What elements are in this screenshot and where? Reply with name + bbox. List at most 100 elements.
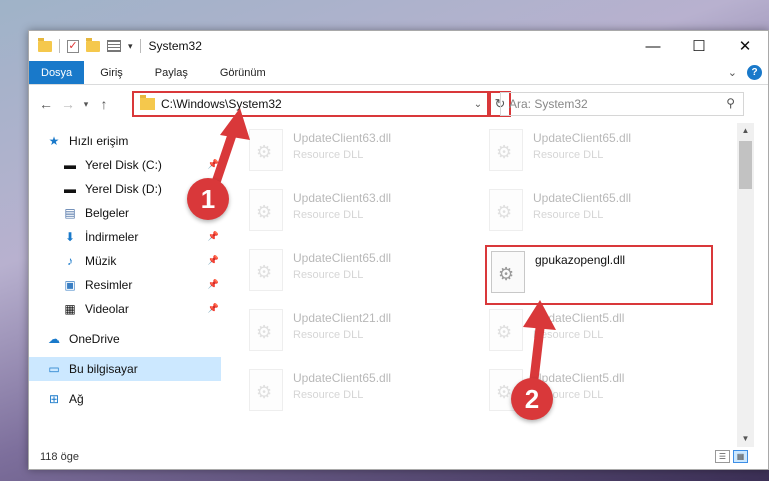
item-count: 118 öge: [40, 451, 79, 463]
recent-locations-chevron-icon[interactable]: ▾: [79, 99, 93, 110]
sidebar-item-pictures[interactable]: ▣ Resimler 📌: [29, 273, 221, 297]
pin-icon[interactable]: 📌: [208, 279, 219, 290]
file-name: UpdateClient5.dll: [533, 371, 625, 385]
sidebar-item-label: Bu bilgisayar: [69, 362, 138, 376]
sidebar-item-network[interactable]: ⊞ Ağ: [29, 387, 221, 411]
file-item[interactable]: UpdateClient65.dll Resource DLL: [239, 363, 477, 419]
up-arrow-icon[interactable]: ↑: [93, 96, 115, 112]
search-placeholder: Ara: System32: [509, 97, 588, 111]
sidebar-item-local-disk-c[interactable]: ▬ Yerel Disk (C:) 📌: [29, 153, 221, 177]
scroll-up-icon[interactable]: ▲: [737, 123, 754, 139]
sidebar-item-label: Resimler: [85, 278, 133, 292]
file-name: UpdateClient5.dll: [533, 311, 625, 325]
step-1-badge: 1: [187, 178, 229, 220]
back-arrow-icon[interactable]: ←: [35, 96, 57, 112]
video-icon: ▦: [64, 302, 76, 316]
sidebar-item-label: İndirmeler: [85, 230, 139, 244]
pin-icon[interactable]: 📌: [208, 231, 219, 242]
sidebar-item-label: Müzik: [85, 254, 117, 268]
dll-file-icon: [249, 369, 283, 411]
status-bar: 118 öge ☰ ▦: [29, 445, 768, 469]
details-view-icon[interactable]: ☰: [715, 450, 730, 463]
maximize-button[interactable]: ☐: [676, 31, 722, 61]
pin-icon[interactable]: 📌: [208, 255, 219, 266]
sidebar-item-this-pc[interactable]: ▭ Bu bilgisayar: [29, 357, 221, 381]
navigation-bar: ← → ▾ ↑ C:\Windows\System32 ⌄ ↻ Ara: Sys…: [29, 89, 768, 119]
file-item-gpukazopengl[interactable]: gpukazopengl.dll: [485, 245, 713, 305]
tab-home[interactable]: Giriş: [84, 61, 139, 84]
navigation-pane: ★ Hızlı erişim ▬ Yerel Disk (C:) 📌 ▬ Yer…: [29, 129, 221, 439]
folder-icon: [140, 95, 155, 110]
cloud-icon: ☁: [48, 332, 60, 346]
tab-view[interactable]: Görünüm: [204, 61, 282, 84]
file-type: Resource DLL: [293, 329, 364, 341]
file-item[interactable]: UpdateClient63.dll Resource DLL: [239, 123, 477, 179]
download-icon: ⬇: [64, 230, 76, 244]
tab-share[interactable]: Paylaş: [139, 61, 204, 84]
sidebar-item-label: Hızlı erişim: [69, 134, 129, 148]
tiles-view-icon[interactable]: ▦: [733, 450, 748, 463]
file-item[interactable]: UpdateClient63.dll Resource DLL: [239, 183, 477, 239]
pin-icon[interactable]: 📌: [208, 303, 219, 314]
dll-file-icon: [489, 309, 523, 351]
window-controls: — ☐ ✕: [630, 31, 768, 61]
address-bar[interactable]: C:\Windows\System32 ⌄: [132, 91, 489, 117]
dll-file-icon: [489, 189, 523, 231]
file-type: Resource DLL: [293, 269, 364, 281]
sidebar-item-label: Ağ: [69, 392, 84, 406]
scrollbar-thumb[interactable]: [739, 141, 752, 189]
file-type: Resource DLL: [533, 209, 604, 221]
file-name: UpdateClient65.dll: [293, 371, 392, 385]
file-name: UpdateClient21.dll: [293, 311, 392, 325]
sidebar-item-quick-access[interactable]: ★ Hızlı erişim: [29, 129, 221, 153]
file-item[interactable]: UpdateClient21.dll Resource DLL: [239, 303, 477, 359]
tab-file[interactable]: Dosya: [29, 61, 85, 84]
file-type: Resource DLL: [533, 149, 604, 161]
star-icon: ★: [48, 134, 60, 148]
sidebar-item-label: OneDrive: [69, 332, 120, 346]
dll-file-icon: [249, 249, 283, 291]
dll-file-icon: [489, 129, 523, 171]
step-2-badge: 2: [511, 378, 553, 420]
customize-toolbar-chevron-icon[interactable]: ▾: [128, 41, 133, 52]
properties-icon[interactable]: [107, 40, 121, 52]
forward-arrow-icon[interactable]: →: [57, 96, 79, 112]
file-name: UpdateClient65.dll: [293, 251, 392, 265]
file-name: UpdateClient65.dll: [533, 191, 632, 205]
file-item[interactable]: UpdateClient65.dll Resource DLL: [479, 183, 717, 239]
search-input[interactable]: Ara: System32 ⚲: [500, 92, 744, 116]
expand-ribbon-chevron-icon[interactable]: ⌄: [728, 66, 737, 79]
file-type: Resource DLL: [293, 209, 364, 221]
dll-file-icon: [249, 129, 283, 171]
close-button[interactable]: ✕: [722, 31, 768, 61]
vertical-scrollbar[interactable]: ▲ ▼: [737, 123, 754, 447]
sidebar-item-music[interactable]: ♪ Müzik 📌: [29, 249, 221, 273]
file-name: UpdateClient63.dll: [293, 131, 392, 145]
properties-check-icon[interactable]: ✓: [67, 39, 79, 53]
minimize-button[interactable]: —: [630, 31, 676, 61]
search-icon[interactable]: ⚲: [726, 96, 735, 110]
ribbon-tabs: Dosya Giriş Paylaş Görünüm ⌄ ?: [29, 61, 768, 85]
file-type: Resource DLL: [293, 389, 364, 401]
new-folder-icon[interactable]: [86, 37, 100, 52]
help-icon[interactable]: ?: [747, 65, 762, 80]
file-item[interactable]: UpdateClient5.dll Resource DLL: [479, 303, 717, 359]
file-item[interactable]: UpdateClient65.dll Resource DLL: [479, 123, 717, 179]
file-list: UpdateClient63.dll Resource DLL UpdateCli…: [239, 123, 737, 441]
pictures-icon: ▣: [64, 278, 76, 292]
sidebar-item-videos[interactable]: ▦ Videolar 📌: [29, 297, 221, 321]
folder-icon[interactable]: [38, 37, 52, 52]
ribbon-right-controls: ⌄ ?: [728, 65, 762, 80]
drive-icon: ▬: [64, 158, 76, 172]
explorer-window: ✓ ▾ System32 — ☐ ✕ Dosya Giriş Paylaş Gö…: [28, 30, 769, 470]
sidebar-item-onedrive[interactable]: ☁ OneDrive: [29, 327, 221, 351]
address-history-chevron-icon[interactable]: ⌄: [469, 99, 487, 110]
quick-access-toolbar: ✓ ▾: [29, 37, 141, 53]
file-item[interactable]: UpdateClient65.dll Resource DLL: [239, 243, 477, 299]
sidebar-item-downloads[interactable]: ⬇ İndirmeler 📌: [29, 225, 221, 249]
pin-icon[interactable]: 📌: [208, 159, 219, 170]
dll-file-icon: [249, 189, 283, 231]
sidebar-item-label: Yerel Disk (D:): [85, 182, 162, 196]
toolbar-divider: [59, 39, 60, 53]
address-path[interactable]: C:\Windows\System32: [161, 97, 469, 111]
